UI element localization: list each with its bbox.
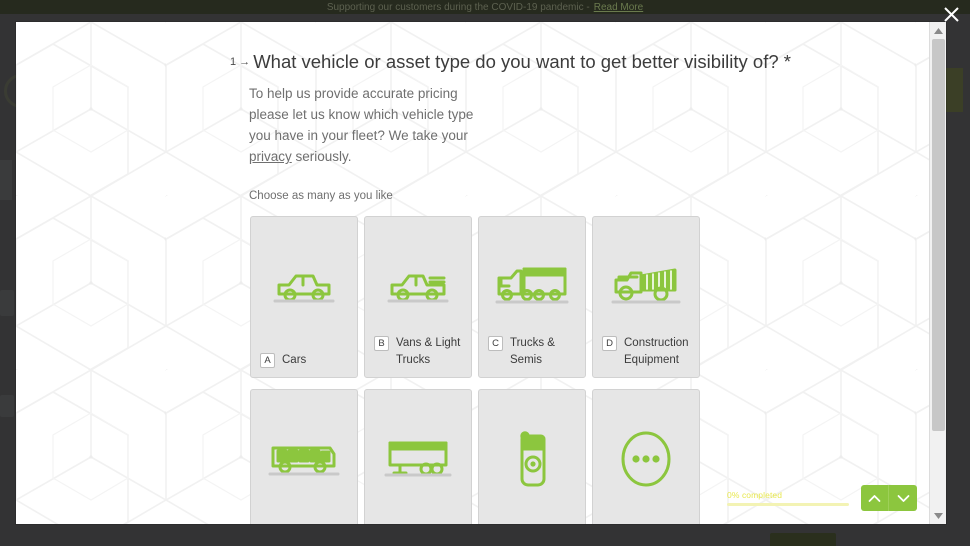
chevron-up-icon (868, 491, 881, 506)
option-footer: C Trucks & Semis (488, 335, 579, 369)
page-root: Supporting our customers during the COVI… (0, 0, 970, 546)
option-key-badge: B (374, 336, 389, 351)
option-footer: D Construction Equipment (602, 335, 693, 369)
dump-truck-icon (593, 255, 699, 317)
option-footer: B Vans & Light Trucks (374, 335, 465, 369)
progress-label: 0% completed (727, 490, 783, 500)
chevron-down-icon (897, 491, 910, 506)
covid-banner: Supporting our customers during the COVI… (0, 0, 970, 14)
option-key-badge: A (260, 353, 275, 368)
progress-track (727, 503, 849, 506)
car-icon (251, 255, 357, 317)
option-card-cars[interactable]: A Cars (250, 216, 358, 378)
question-description-part-two: seriously. (291, 149, 352, 164)
background-panel-middle (0, 290, 14, 316)
scrollbar-thumb[interactable] (932, 39, 945, 431)
question-number: 1 → (230, 56, 251, 68)
close-icon[interactable] (938, 1, 964, 27)
background-dark-button (770, 533, 836, 546)
covid-banner-read-more-link[interactable]: Read More (594, 2, 643, 13)
covid-banner-text: Supporting our customers during the COVI… (326, 1, 590, 13)
option-label: Trucks & Semis (510, 337, 555, 366)
privacy-link[interactable]: privacy (249, 149, 292, 164)
question-description: To help us provide accurate pricing plea… (16, 83, 706, 167)
modal-footer: 0% completed (16, 472, 929, 524)
option-card-trucks-semis[interactable]: C Trucks & Semis (478, 216, 586, 378)
question-heading-row: 1 → What vehicle or asset type do you wa… (16, 48, 929, 76)
option-key-badge: C (488, 336, 503, 351)
question-description-part-one: To help us provide accurate pricing plea… (249, 86, 474, 143)
option-card-vans-light-trucks[interactable]: B Vans & Light Trucks (364, 216, 472, 378)
modal-scrollbar[interactable] (929, 22, 946, 524)
semi-truck-icon (479, 255, 585, 317)
progress-indicator: 0% completed (727, 490, 849, 506)
option-card-construction-equipment[interactable]: D Construction Equipment (592, 216, 700, 378)
background-panel-lower (0, 395, 14, 417)
background-panel-upper (0, 160, 12, 200)
next-question-button[interactable] (889, 485, 917, 511)
van-icon (365, 255, 471, 317)
previous-question-button[interactable] (861, 485, 889, 511)
option-label: Construction Equipment (624, 337, 689, 366)
survey-content: 1 → What vehicle or asset type do you wa… (16, 22, 929, 524)
nav-buttons (861, 485, 917, 511)
option-footer: A Cars (260, 352, 351, 369)
modal-scroll-pane: 1 → What vehicle or asset type do you wa… (16, 22, 929, 524)
option-key-badge: D (602, 336, 617, 351)
choose-hint: Choose as many as you like (249, 190, 393, 202)
option-label: Cars (282, 354, 307, 366)
scroll-down-arrow-icon[interactable] (930, 507, 946, 524)
option-label: Vans & Light Trucks (396, 337, 461, 366)
page-title: What vehicle or asset type do you want t… (253, 51, 791, 72)
survey-modal: 1 → What vehicle or asset type do you wa… (16, 22, 946, 524)
